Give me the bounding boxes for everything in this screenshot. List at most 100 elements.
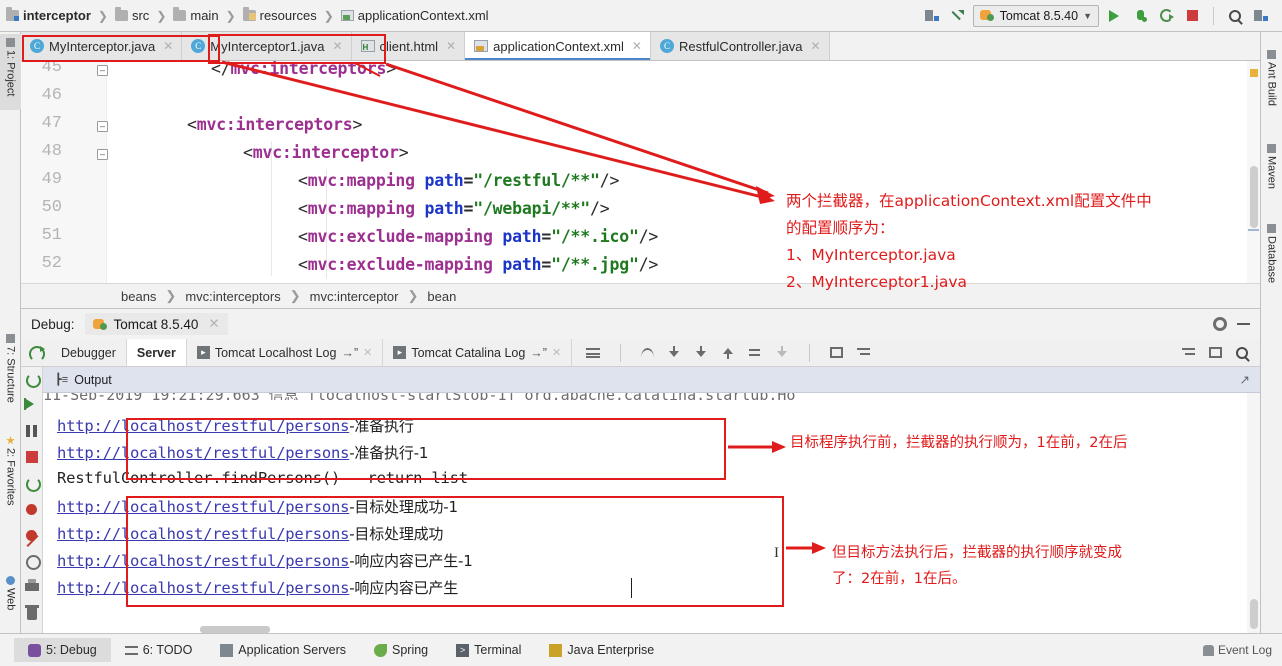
project-structure-icon[interactable] [1250, 5, 1272, 27]
tab-applicationcontext-xml[interactable]: applicationContext.xml ✕ [465, 32, 651, 60]
warning-marker[interactable] [1250, 69, 1258, 77]
soft-wrap-icon[interactable] [1182, 347, 1195, 358]
console-horizontal-scrollbar[interactable] [200, 626, 270, 633]
sidebar-item-project[interactable]: 1: Project [0, 34, 21, 110]
debug-session-tab[interactable]: Tomcat 8.5.40 ✕ [84, 313, 228, 335]
console-output[interactable]: 11-Sep-2019 19:21:29.663 信息 [localhost-s… [43, 393, 1260, 633]
rerun-icon[interactable] [24, 371, 41, 388]
step-into-icon[interactable] [668, 346, 681, 359]
evaluate-icon[interactable] [830, 347, 844, 358]
module-folder-icon [6, 7, 19, 21]
tab-tomcat-catalina-log[interactable]: ▸ Tomcat Catalina Log →” ✕ [383, 339, 573, 366]
sidebar-item-favorites[interactable]: 2: Favorites [0, 432, 21, 536]
tab-debugger[interactable]: Debugger [51, 339, 127, 366]
rollback-icon[interactable] [947, 5, 969, 27]
fold-toggle[interactable]: – [97, 121, 108, 132]
console-url[interactable]: http://localhost/restful/persons [57, 579, 349, 597]
stop-button[interactable] [1181, 5, 1203, 27]
console-url[interactable]: http://localhost/restful/persons [57, 444, 349, 462]
analyze-icon[interactable] [1236, 346, 1248, 359]
sidebar-item-maven[interactable]: Maven [1261, 140, 1282, 206]
sidebar-item-structure[interactable]: 7: Structure [0, 330, 21, 426]
swap-icon[interactable] [749, 346, 762, 359]
tab-server[interactable]: Server [126, 339, 187, 366]
tab-myinterceptor1-java[interactable]: C MyInterceptor1.java ✕ [182, 32, 352, 60]
breadcrumb-item-interceptor[interactable]: interceptor [6, 7, 91, 23]
editor-gutter[interactable]: 45 46 47 48 49 50 51 52 – – – [21, 61, 108, 283]
restore-layout-icon[interactable] [24, 475, 41, 492]
mute-breakpoints-icon[interactable] [24, 527, 40, 543]
columns-icon[interactable] [1209, 347, 1222, 358]
annotation-editor-note: 两个拦截器，在applicationContext.xml配置文件中 的配置顺序… [786, 192, 1152, 291]
tab-restfulcontroller-java[interactable]: C RestfulController.java ✕ [650, 32, 830, 60]
print-icon[interactable] [24, 579, 40, 595]
console-scrollbar[interactable] [1247, 393, 1260, 633]
tab-label: Server [136, 345, 176, 360]
step-out-up-icon[interactable] [722, 346, 735, 359]
close-icon[interactable]: ✕ [446, 39, 456, 53]
debug-button[interactable] [1129, 5, 1151, 27]
output-icon: ┣≡ [55, 374, 69, 387]
breadcrumb-node[interactable]: bean [427, 289, 456, 304]
status-item-java-enterprise[interactable]: Java Enterprise [535, 638, 668, 662]
breadcrumb-item-main[interactable]: main [173, 7, 219, 23]
console-url[interactable]: http://localhost/restful/persons [57, 417, 349, 435]
code-line-49: <mvc:mapping path="/restful/**"/> [298, 171, 620, 190]
breadcrumb-item-applicationcontext[interactable]: applicationContext.xml [340, 8, 489, 23]
drop-frame-icon[interactable] [776, 346, 789, 359]
close-icon[interactable]: ✕ [363, 346, 372, 359]
list-view-icon[interactable] [586, 347, 601, 358]
breadcrumb-item-resources[interactable]: resources [242, 7, 317, 23]
tab-client-html[interactable]: client.html ✕ [351, 32, 466, 60]
breadcrumb-node[interactable]: mvc:interceptor [310, 289, 399, 304]
console-url[interactable]: http://localhost/restful/persons [57, 552, 349, 570]
status-item-spring[interactable]: Spring [360, 638, 442, 662]
status-item-event-log[interactable]: Event Log [1202, 643, 1272, 657]
run-button[interactable] [1103, 5, 1125, 27]
status-item-todo[interactable]: 6: TODO [111, 638, 207, 662]
sidebar-item-ant-build[interactable]: Ant Build [1261, 46, 1282, 124]
pause-program-icon[interactable] [24, 423, 40, 439]
fold-toggle[interactable]: – [97, 65, 108, 76]
breadcrumb-item-src[interactable]: src [114, 7, 149, 23]
rerun-button[interactable] [1155, 5, 1177, 27]
tab-tomcat-localhost-log[interactable]: ▸ Tomcat Localhost Log →” ✕ [186, 339, 384, 366]
settings-icon[interactable] [24, 553, 41, 570]
code-line-52: <mvc:exclude-mapping path="/**.jpg"/> [298, 255, 659, 274]
layout-icon[interactable] [921, 5, 943, 27]
gear-icon[interactable] [1213, 317, 1227, 331]
resume-program-icon[interactable] [23, 397, 40, 413]
close-icon[interactable]: ✕ [332, 39, 342, 53]
restart-button[interactable] [21, 339, 51, 366]
status-item-terminal[interactable]: > Terminal [442, 638, 535, 662]
tab-myinterceptor-java[interactable]: C MyInterceptor.java ✕ [21, 32, 183, 60]
console-url[interactable]: http://localhost/restful/persons [57, 525, 349, 543]
close-icon[interactable]: ✕ [208, 316, 219, 332]
status-item-debug[interactable]: 5: Debug [14, 638, 111, 662]
breadcrumb-node[interactable]: beans [121, 289, 156, 304]
status-item-application-servers[interactable]: Application Servers [206, 638, 360, 662]
breadcrumb-label: resources [259, 8, 317, 23]
expand-icon[interactable]: ↗ [1240, 372, 1260, 387]
sidebar-item-database[interactable]: Database [1261, 220, 1282, 306]
close-icon[interactable]: ✕ [163, 39, 173, 53]
xml-file-icon [340, 10, 354, 21]
force-step-into-icon[interactable] [695, 346, 708, 359]
sidebar-item-web[interactable]: Web [0, 572, 21, 628]
settings-list-icon[interactable] [857, 347, 871, 358]
search-icon[interactable] [1224, 5, 1246, 27]
breadcrumb-node[interactable]: mvc:interceptors [185, 289, 280, 304]
console-message: -目标处理成功-1 [349, 498, 458, 516]
close-icon[interactable]: ✕ [552, 346, 561, 359]
run-configuration-selector[interactable]: Tomcat 8.5.40 ▼ [972, 4, 1099, 27]
step-out-icon[interactable] [641, 347, 655, 358]
close-icon[interactable]: ✕ [632, 39, 642, 53]
minimize-icon[interactable] [1237, 323, 1250, 325]
scrollbar-thumb[interactable] [1250, 599, 1258, 629]
stop-icon[interactable] [24, 449, 40, 465]
view-breakpoints-icon[interactable] [24, 501, 40, 517]
close-icon[interactable]: ✕ [811, 39, 821, 53]
clear-all-icon[interactable] [24, 605, 40, 621]
console-url[interactable]: http://localhost/restful/persons [57, 498, 349, 516]
fold-toggle[interactable]: – [97, 149, 108, 160]
